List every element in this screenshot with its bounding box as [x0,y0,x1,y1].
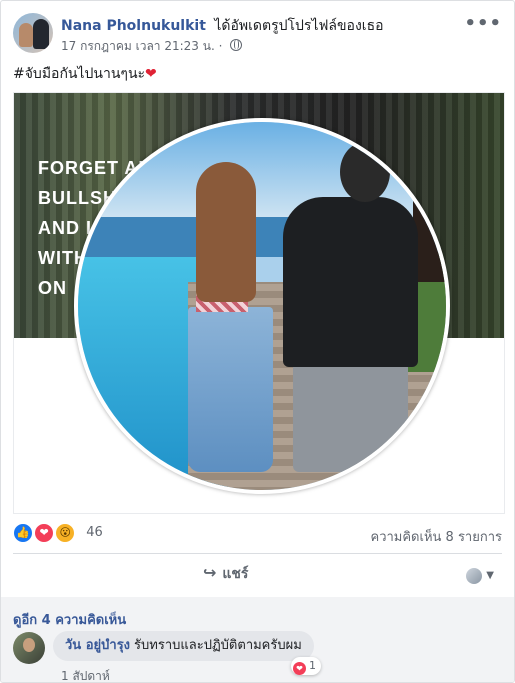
commenter-name-link[interactable]: วัน อยู่บำรุง [65,638,130,653]
like-reaction-icon: 👍 [13,522,33,543]
photo-man-shirt [283,197,418,367]
meta-separator: · [218,39,223,53]
comment-count-link[interactable]: ความคิดเห็น 8 รายการ [371,526,503,547]
post-action-text: ได้อัพเดตรูปโปรไฟล์ของเธอ [214,18,384,34]
profile-picture[interactable] [74,118,450,494]
photo-woman-skirt [188,307,273,472]
photo-woman-hair [196,162,256,302]
globe-icon[interactable] [230,39,243,51]
share-label: แชร์ [222,566,249,582]
caption-text[interactable]: #จับมือกันไปนานๆนะ [13,66,145,82]
comment-text: รับทราบและปฏิบัติตามครับผม [134,638,302,653]
post-header: Nana Pholnukulkit ได้อัพเดตรูปโปรไฟล์ของ… [13,13,502,57]
author-avatar[interactable] [13,13,53,53]
post-card: Nana Pholnukulkit ได้อัพเดตรูปโปรไฟล์ของ… [0,0,515,683]
share-icon: ↪ [203,563,217,582]
comment-bubble: วัน อยู่บำรุง รับทราบและปฏิบัติตามครับผม [53,631,314,661]
comment-reaction-count: 1 [309,659,316,672]
viewer-avatar-icon [466,567,483,584]
post-caption: #จับมือกันไปนานๆนะ❤ [13,63,157,85]
chevron-down-icon: ▼ [486,570,494,581]
author-name-link[interactable]: Nana Pholnukulkit [61,18,206,34]
wow-reaction-icon: 😮 [55,522,76,543]
post-meta: 17 กรกฎาคม เวลา 21:23 น. · [61,37,243,56]
avatar-figure-left [19,23,33,47]
reaction-count[interactable]: 46 [86,525,103,540]
commenter-face [23,638,35,652]
photo-man-head [340,142,390,202]
view-more-comments-link[interactable]: ดูอีก 4 ความคิดเห็น [13,609,126,630]
love-reaction-icon: ❤ [293,662,306,675]
post-timestamp[interactable]: 17 กรกฎาคม เวลา 21:23 น. [61,39,215,53]
love-reaction-icon: ❤ [34,522,55,543]
author-line: Nana Pholnukulkit ได้อัพเดตรูปโปรไฟล์ของ… [61,15,384,37]
comment-timestamp[interactable]: 1 สัปดาห์ [61,667,110,682]
divider [13,553,502,554]
commenter-avatar[interactable] [13,632,45,664]
post-actions-bar: ↪ แชร์ ▼ [13,559,502,591]
comments-section: ดูอีก 4 ความคิดเห็น วัน อยู่บำรุง รับทราบ… [1,597,514,682]
heart-emoji-icon: ❤ [145,66,157,82]
photo-background-person [413,122,446,282]
reaction-summary[interactable]: 👍 ❤ 😮 46 [13,522,103,544]
photo-man-shorts [293,362,408,472]
avatar-figure-right [33,19,49,49]
more-options-icon[interactable]: ••• [464,13,502,34]
profile-update-media[interactable]: FORGET AL BULLSHI AND L WITH ON [13,92,505,514]
share-button[interactable]: ↪ แชร์ [203,563,248,585]
audience-selector[interactable]: ▼ [466,565,494,584]
comment-reaction-badge[interactable]: ❤ 1 [291,657,321,675]
